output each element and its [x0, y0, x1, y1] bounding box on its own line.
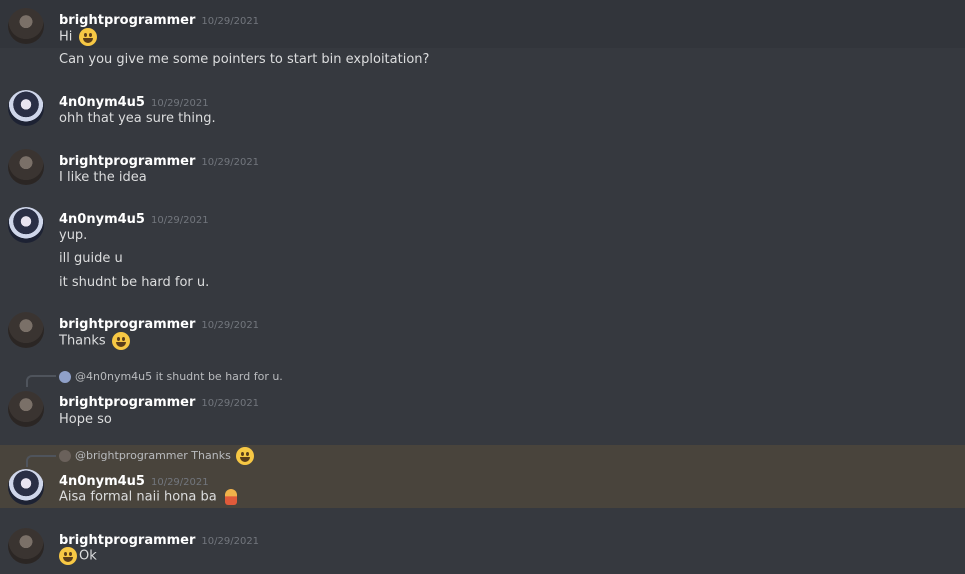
avatar[interactable]	[8, 149, 44, 185]
person-gesturing-no-icon	[224, 489, 237, 505]
avatar[interactable]	[8, 8, 44, 44]
message-header: 4n0nym4u5 10/29/2021	[59, 91, 209, 110]
avatar[interactable]	[8, 90, 44, 126]
message-text: ohh that yea sure thing.	[59, 111, 216, 126]
avatar[interactable]	[8, 469, 44, 505]
reply-mention[interactable]: @brightprogrammer	[75, 449, 188, 462]
timestamp: 10/29/2021	[150, 477, 209, 488]
username[interactable]: brightprogrammer	[59, 13, 195, 28]
username[interactable]: 4n0nym4u5	[59, 95, 145, 110]
reply-preview[interactable]: @brightprogrammer Thanks	[59, 447, 255, 465]
username[interactable]: brightprogrammer	[59, 533, 195, 548]
avatar[interactable]	[8, 528, 44, 564]
message-text: Aisa formal naii hona ba	[59, 489, 237, 505]
avatar[interactable]	[8, 391, 44, 427]
username[interactable]: 4n0nym4u5	[59, 212, 145, 227]
reply-spine	[26, 375, 56, 387]
timestamp: 10/29/2021	[150, 98, 209, 109]
message-text: Ok	[59, 547, 97, 565]
message-header: 4n0nym4u5 10/29/2021	[59, 470, 209, 489]
username[interactable]: 4n0nym4u5	[59, 474, 145, 489]
grinning-face-icon	[78, 28, 97, 46]
timestamp: 10/29/2021	[150, 215, 209, 226]
message-text: it shudnt be hard for u.	[59, 275, 210, 290]
message-text: Hi	[59, 28, 97, 46]
timestamp: 10/29/2021	[201, 16, 260, 27]
message-header: 4n0nym4u5 10/29/2021	[59, 208, 209, 227]
message-group: brightprogrammer 10/29/2021 I like the id…	[0, 141, 965, 191]
reply-spine	[26, 455, 56, 467]
username[interactable]: brightprogrammer	[59, 395, 195, 410]
message-group: 4n0nym4u5 10/29/2021 ohh that yea sure th…	[0, 82, 965, 132]
message-header: brightprogrammer 10/29/2021	[59, 391, 259, 410]
reply-preview[interactable]: @4n0nym4u5 it shudnt be hard for u.	[59, 370, 283, 383]
message-text: ill guide u	[59, 251, 123, 266]
reply-text: Thanks	[191, 449, 231, 462]
message-text: Thanks	[59, 332, 130, 350]
message-header: brightprogrammer 10/29/2021	[59, 150, 259, 169]
message-text: yup.	[59, 228, 88, 243]
message-text: Hope so	[59, 412, 112, 427]
avatar	[59, 450, 71, 462]
message-group: @4n0nym4u5 it shudnt be hard for u. brig…	[0, 365, 965, 435]
username[interactable]: brightprogrammer	[59, 317, 195, 332]
message-text: Can you give me some pointers to start b…	[59, 52, 430, 67]
reply-text: it shudnt be hard for u.	[155, 370, 283, 383]
timestamp: 10/29/2021	[201, 536, 260, 547]
timestamp: 10/29/2021	[201, 157, 260, 168]
message-group: brightprogrammer 10/29/2021 Hi	[0, 0, 965, 48]
message-text: I like the idea	[59, 170, 147, 185]
message-group: brightprogrammer 10/29/2021 Ok	[0, 520, 965, 574]
message-group: @brightprogrammer Thanks 4n0nym4u5 10/29/…	[0, 445, 965, 508]
message-group: 4n0nym4u5 10/29/2021 yup. ill guide u it …	[0, 199, 965, 299]
message-group: brightprogrammer 10/29/2021 Thanks	[0, 304, 965, 354]
message-header: brightprogrammer 10/29/2021	[59, 313, 259, 332]
reply-mention[interactable]: @4n0nym4u5	[75, 370, 152, 383]
avatar	[59, 371, 71, 383]
avatar[interactable]	[8, 312, 44, 348]
smiley-face-icon	[236, 447, 255, 465]
tears-of-joy-icon	[59, 547, 77, 565]
avatar[interactable]	[8, 207, 44, 243]
timestamp: 10/29/2021	[201, 320, 260, 331]
timestamp: 10/29/2021	[201, 398, 260, 409]
message-header: brightprogrammer 10/29/2021	[59, 529, 259, 548]
username[interactable]: brightprogrammer	[59, 154, 195, 169]
smiley-face-icon	[111, 332, 130, 350]
message-header: brightprogrammer 10/29/2021	[59, 9, 259, 28]
